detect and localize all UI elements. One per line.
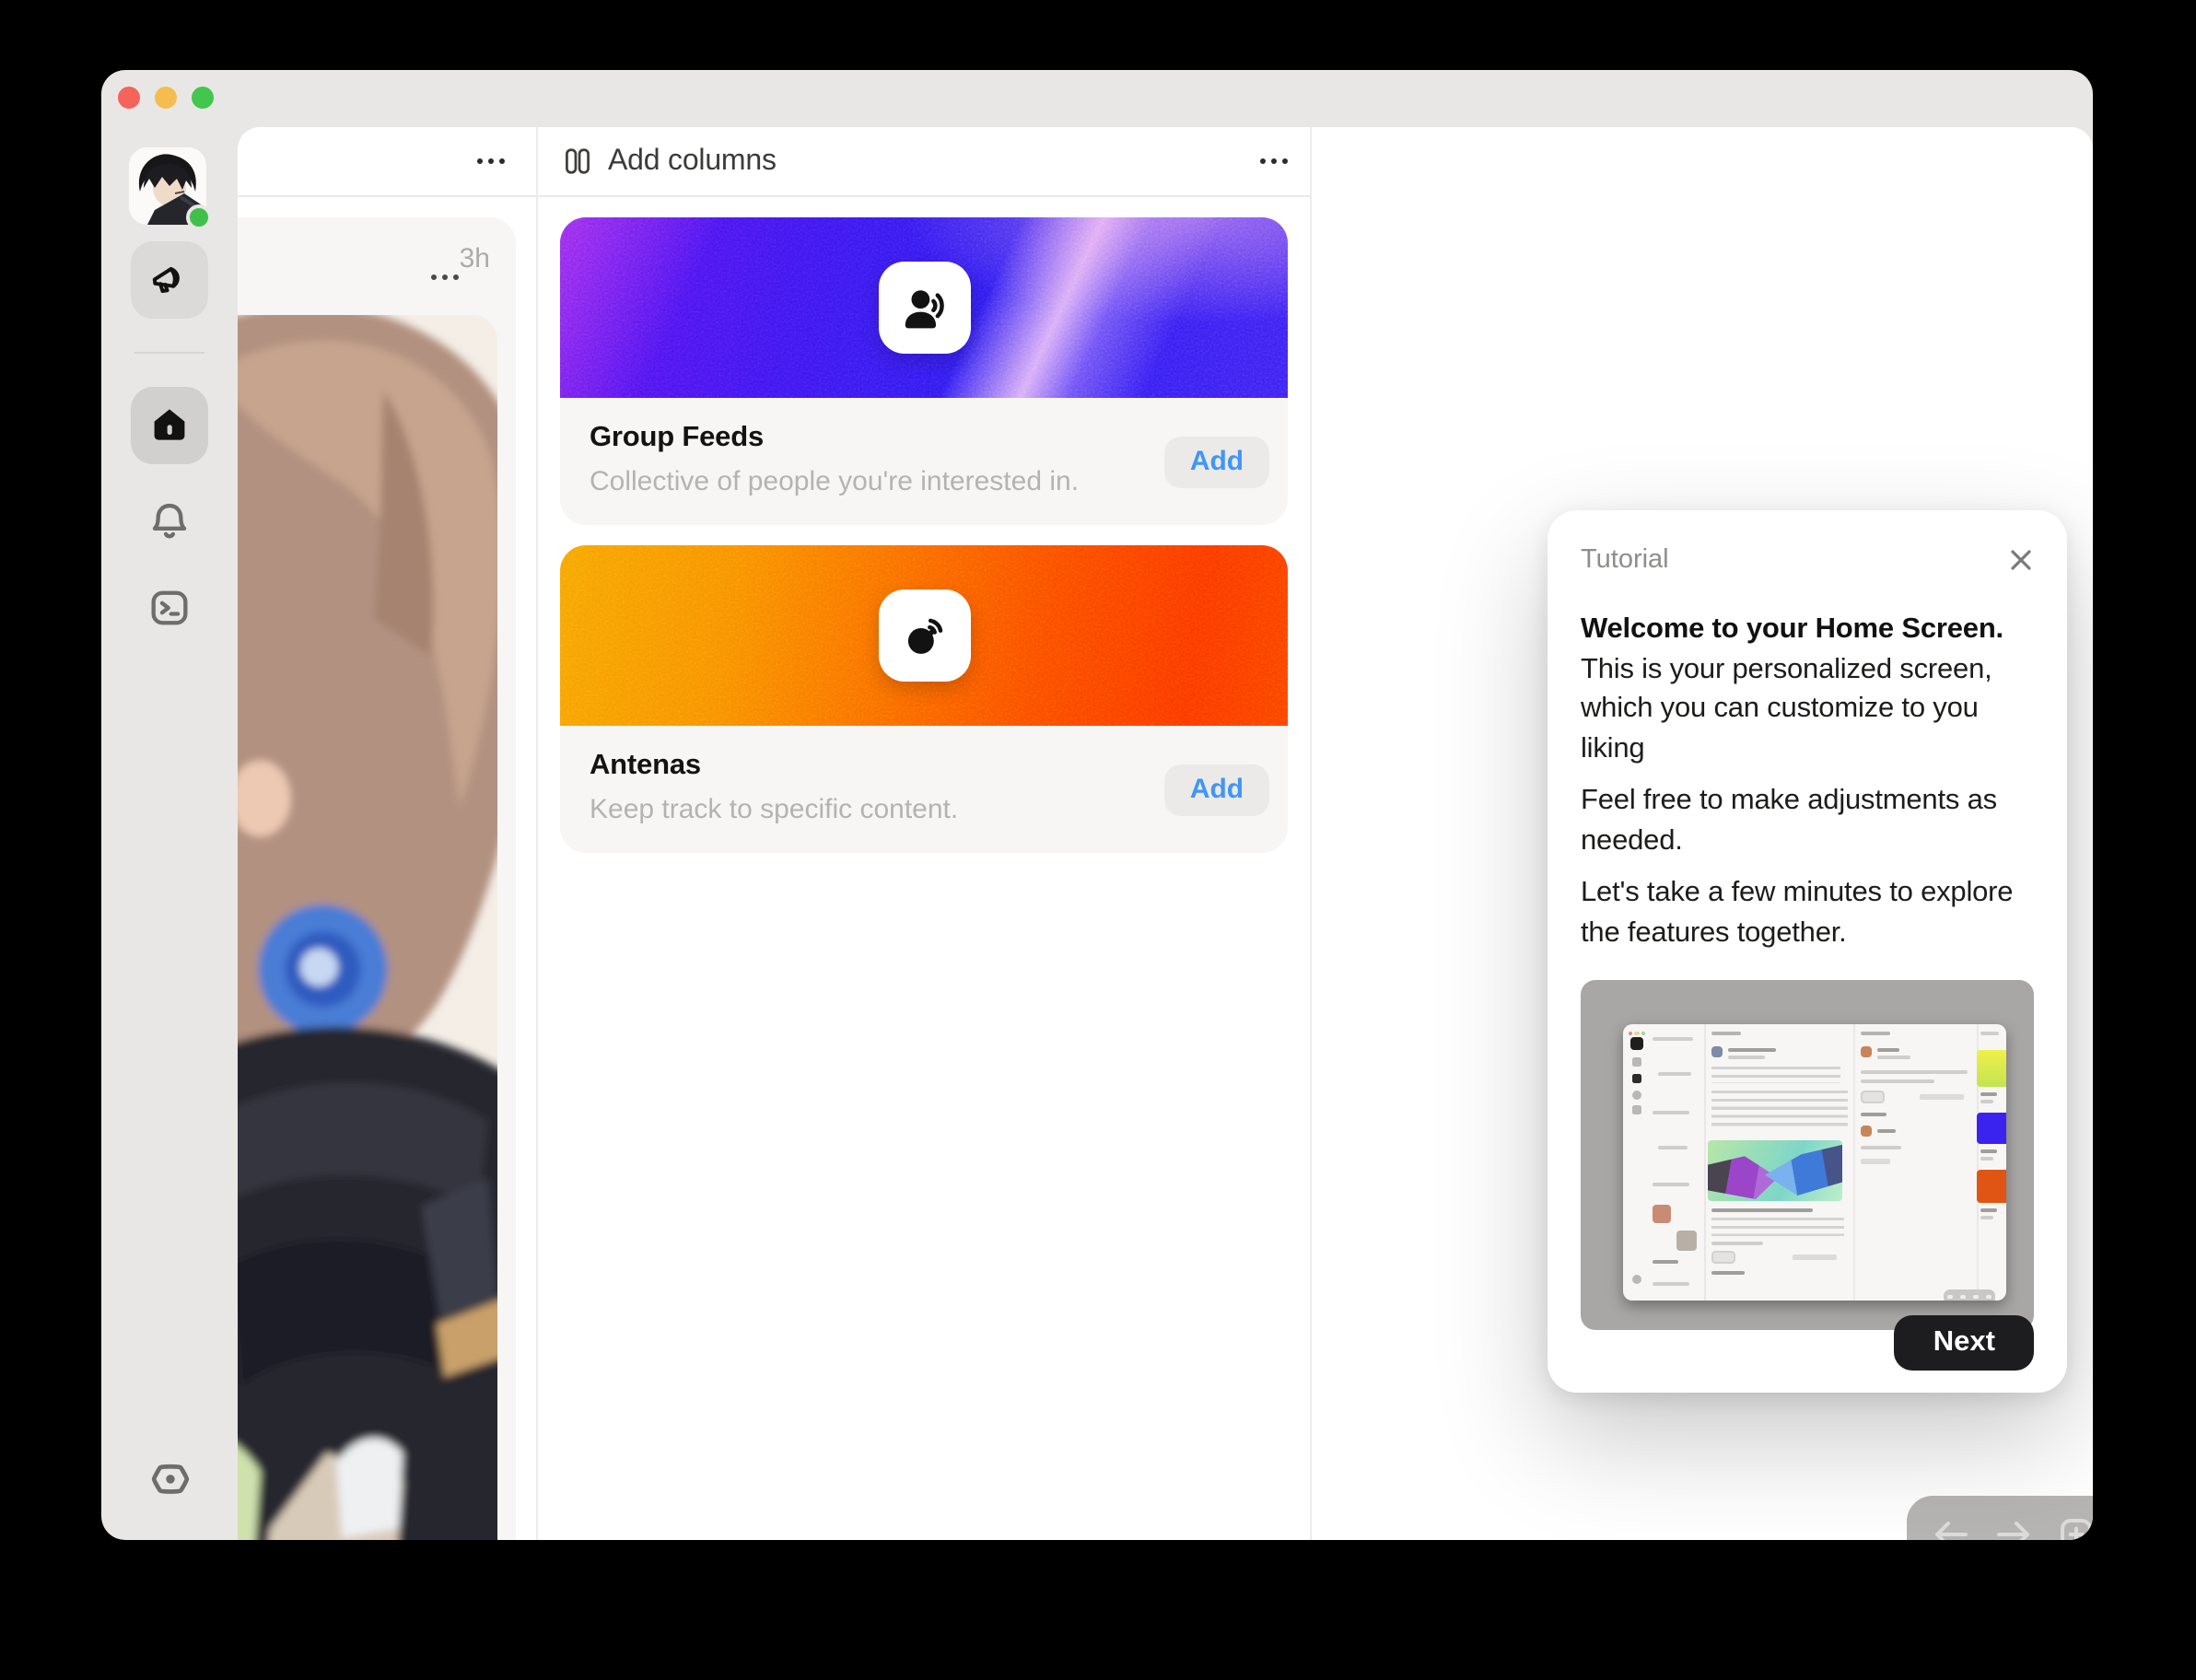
group-feeds-icon-tile [878, 262, 970, 354]
tutorial-paragraph-2: Feel free to make adjustments as needed. [1581, 781, 2034, 860]
mini-avatar [1629, 1037, 1642, 1050]
add-columns-header: Add columns [538, 127, 1310, 197]
add-columns-menu-button[interactable] [1260, 158, 1288, 164]
home-icon [147, 403, 192, 448]
anime-artwork [238, 315, 497, 1540]
sidebar-item-settings[interactable] [131, 1441, 208, 1518]
post-card[interactable]: 3h [238, 217, 516, 1540]
tutorial-body: Welcome to your Home Screen. This is you… [1581, 610, 2034, 952]
back-button[interactable] [1929, 1512, 1973, 1540]
terminal-icon [146, 584, 193, 632]
card-group-feeds: Group Feeds Collective of people you're … [560, 217, 1288, 525]
tutorial-label: Tutorial [1581, 545, 1669, 575]
hexagon-nut-icon [145, 1454, 194, 1504]
mini-thread-column-2 [1853, 1024, 1979, 1301]
feed-column: 3h [238, 127, 538, 1540]
post-image [238, 315, 497, 1540]
tutorial-header: Tutorial [1581, 545, 2034, 575]
satellite-dish-icon [899, 611, 949, 660]
tutorial-next-button[interactable]: Next [1895, 1315, 2034, 1371]
feed-column-header [238, 127, 536, 197]
mini-nav-toolbar [1944, 1289, 1995, 1301]
plus-square-icon [2055, 1514, 2093, 1540]
bell-icon [146, 497, 193, 545]
add-antenas-button[interactable]: Add [1164, 764, 1269, 815]
add-columns-column: Add columns [538, 127, 1312, 1540]
close-icon [2008, 547, 2034, 573]
antenas-footer: Antenas Keep track to specific content. … [560, 726, 1288, 853]
feed-column-menu-button[interactable] [477, 158, 505, 164]
tutorial-welcome-rest: This is your personalized screen, which … [1581, 653, 1992, 764]
sidebar-item-home[interactable] [131, 387, 208, 464]
add-column-button[interactable] [2053, 1512, 2093, 1540]
card-title: Group Feeds [590, 422, 1258, 455]
tutorial-welcome-bold: Welcome to your Home Screen. [1581, 613, 2003, 645]
card-antenas: Antenas Keep track to specific content. … [560, 545, 1288, 853]
sidebar-divider [134, 352, 204, 354]
post-timestamp: 3h [460, 243, 490, 274]
column-card-list: Group Feeds Collective of people you're … [560, 217, 1288, 873]
card-description: Keep track to specific content. [590, 794, 1258, 825]
megaphone-icon [147, 258, 192, 302]
mini-robot-handshake-image [1708, 1140, 1842, 1201]
sidebar-item-announcements[interactable] [131, 241, 208, 319]
desktop: 3h [0, 0, 2196, 1680]
add-group-feeds-button[interactable]: Add [1164, 436, 1269, 487]
add-columns-title: Add columns [608, 145, 777, 178]
post-meta: 3h [460, 243, 490, 274]
mini-feed-column [1647, 1024, 1706, 1301]
sidebar-item-notifications[interactable] [131, 483, 208, 560]
sidebar-item-console[interactable] [131, 569, 208, 647]
tutorial-close-button[interactable] [2008, 547, 2034, 573]
forward-arrow-icon [1993, 1516, 2034, 1540]
tutorial-paragraph-1: Welcome to your Home Screen. This is you… [1581, 610, 2034, 768]
person-signal-icon [899, 283, 949, 332]
tutorial-screenshot [1581, 980, 2034, 1330]
group-feeds-banner [560, 217, 1288, 398]
forward-button[interactable] [1992, 1512, 2036, 1540]
card-title: Antenas [590, 750, 1258, 783]
back-arrow-icon [1931, 1516, 1971, 1540]
nav-toolbar [1907, 1496, 2093, 1540]
group-feeds-footer: Group Feeds Collective of people you're … [560, 398, 1288, 525]
antenas-icon-tile [878, 589, 970, 682]
card-description: Collective of people you're interested i… [590, 466, 1258, 497]
columns-icon [564, 147, 591, 175]
antenas-banner [560, 545, 1288, 726]
tutorial-popover: Tutorial Welcome to your Home Screen. Th… [1548, 510, 2067, 1393]
avatar[interactable] [129, 147, 206, 225]
post-menu-button[interactable] [431, 274, 459, 280]
online-status-dot [186, 204, 212, 230]
tutorial-paragraph-3: Let's take a few minutes to explore the … [1581, 873, 2034, 952]
app-window: 3h [101, 70, 2093, 1540]
sidebar [101, 70, 238, 1540]
mini-app-window [1623, 1024, 2006, 1301]
